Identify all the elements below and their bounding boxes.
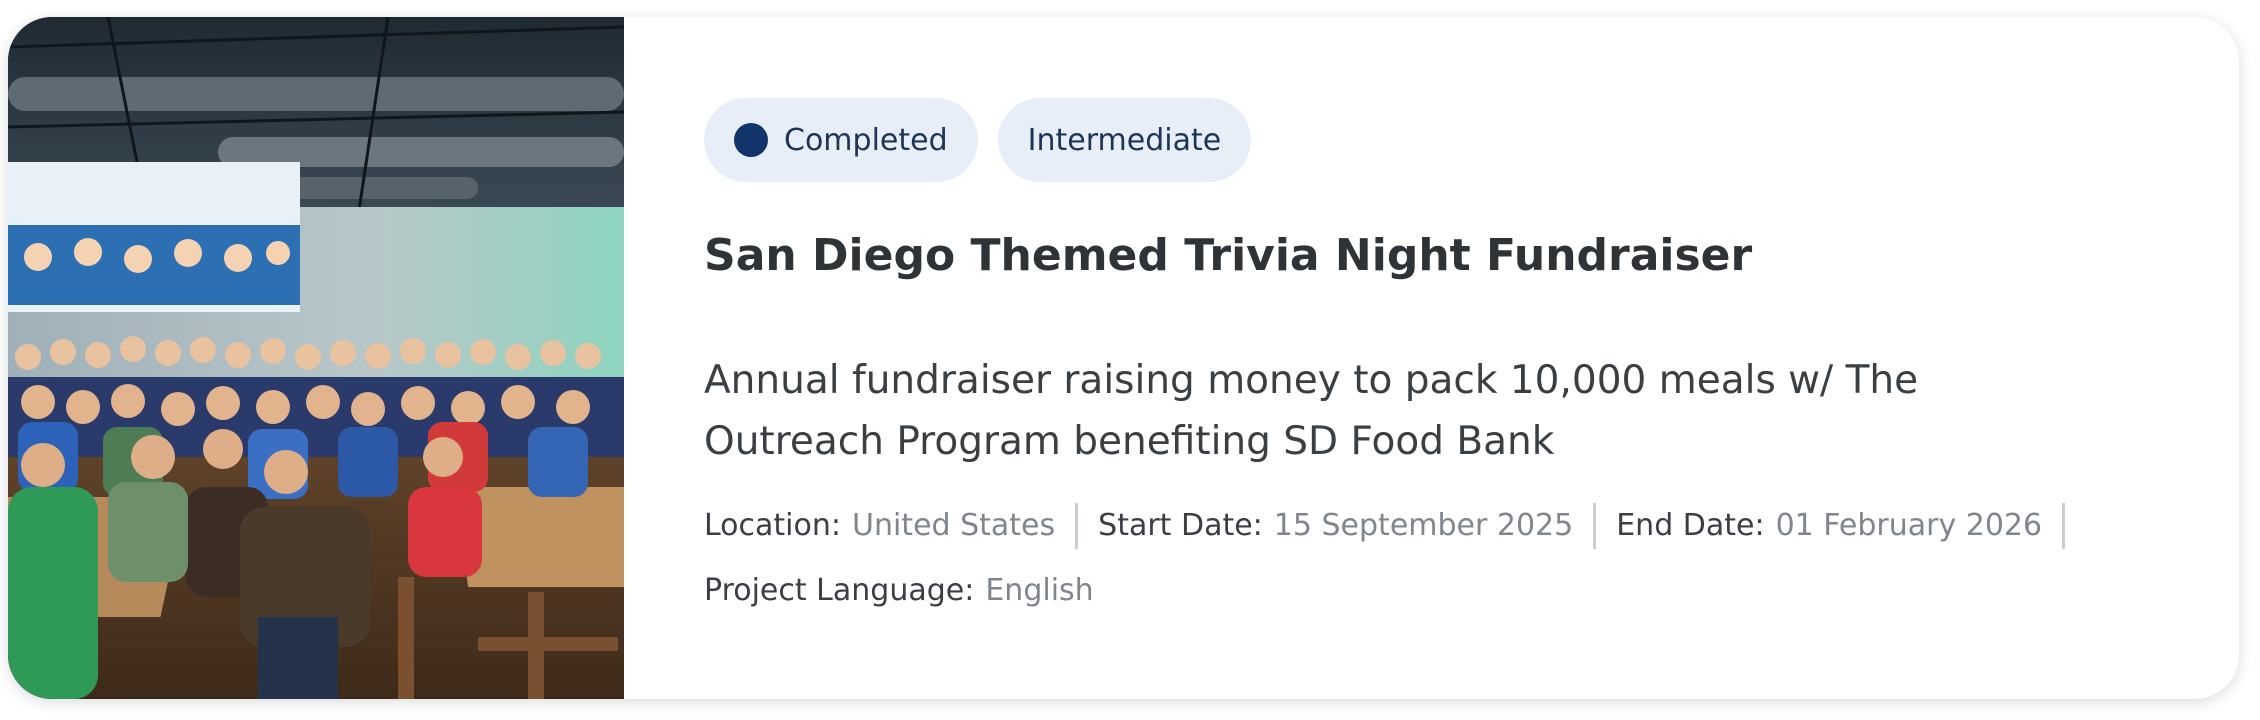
language-meta: Project Language: English: [704, 567, 1094, 615]
meta-divider: [2062, 503, 2066, 549]
status-chip-completed: Completed: [704, 98, 978, 182]
level-chip-label: Intermediate: [1027, 122, 1222, 158]
location-value: United States: [852, 508, 1056, 543]
tag-list: Completed Intermediate: [704, 98, 2179, 182]
project-description: Annual fundraiser raising money to pack …: [704, 358, 1919, 464]
start-date-label: Start Date:: [1098, 508, 1263, 543]
location-label: Location:: [704, 508, 841, 543]
end-date-label: End Date:: [1616, 508, 1765, 543]
end-date-value: 01 February 2026: [1775, 508, 2043, 543]
start-date-value: 15 September 2025: [1273, 508, 1574, 543]
status-dot-icon: [734, 123, 768, 157]
project-photo: [8, 17, 624, 699]
language-value: English: [985, 573, 1094, 608]
status-chip-label: Completed: [784, 122, 948, 158]
project-title[interactable]: San Diego Themed Trivia Night Fundraiser: [704, 226, 2179, 286]
meta-divider: [1593, 503, 1597, 549]
project-meta-row: Location: United States Start Date: 15 S…: [704, 502, 2179, 550]
location-meta: Location: United States: [704, 502, 1055, 550]
start-date-meta: Start Date: 15 September 2025: [1098, 502, 1573, 550]
level-chip-intermediate: Intermediate: [997, 98, 1252, 182]
meta-divider: [1075, 503, 1079, 549]
project-card[interactable]: Completed Intermediate San Diego Themed …: [8, 17, 2239, 699]
end-date-meta: End Date: 01 February 2026: [1616, 502, 2042, 550]
language-label: Project Language:: [704, 573, 975, 608]
project-language-row: Project Language: English: [704, 567, 2179, 615]
project-details: Completed Intermediate San Diego Themed …: [704, 98, 2179, 615]
